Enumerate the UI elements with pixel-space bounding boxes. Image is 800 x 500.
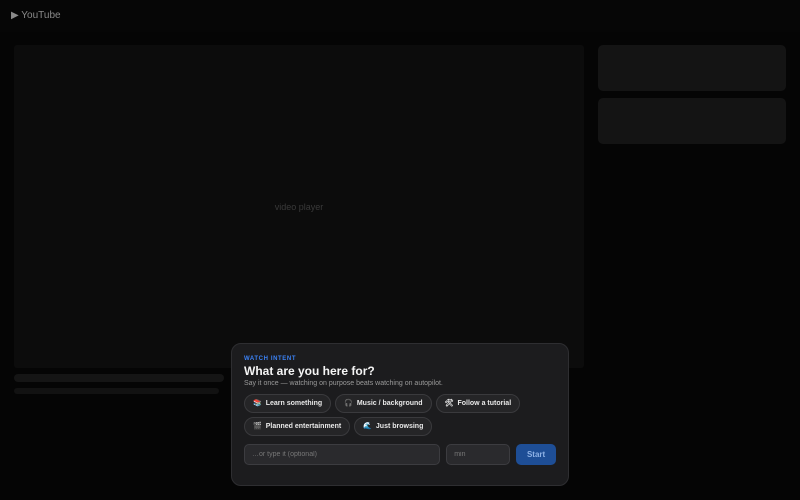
intent-input-row: Start <box>244 444 556 465</box>
recommendation-card[interactable] <box>598 45 786 91</box>
top-bar: ▶ YouTube <box>0 0 800 32</box>
clapper-icon: 🎬 <box>253 423 262 430</box>
video-meta-placeholder <box>14 388 219 394</box>
recommendation-card[interactable] <box>598 98 786 144</box>
intent-option-label: Follow a tutorial <box>457 400 512 407</box>
intent-option-tutorial[interactable]: 🛠 Follow a tutorial <box>435 394 521 413</box>
video-player[interactable]: video player <box>14 45 584 368</box>
intent-option-learn[interactable]: 📚 Learn something <box>244 394 332 413</box>
intent-option-browsing[interactable]: 🌊 Just browsing <box>354 417 433 436</box>
minutes-input[interactable] <box>446 444 511 465</box>
intent-options: 📚 Learn something 🎧 Music / background 🛠… <box>244 394 544 436</box>
wave-icon: 🌊 <box>363 423 372 430</box>
watch-intent-dialog: WATCH INTENT What are you here for? Say … <box>231 343 569 486</box>
intent-text-input[interactable] <box>244 444 441 465</box>
intent-option-label: Music / background <box>356 400 423 407</box>
dialog-title: What are you here for? <box>244 364 375 378</box>
dialog-subtitle: Say it once — watching on purpose beats … <box>244 380 443 387</box>
intent-option-label: Just browsing <box>375 423 424 430</box>
intent-option-label: Planned entertainment <box>265 423 342 430</box>
books-icon: 📚 <box>253 400 262 407</box>
video-title-placeholder <box>14 374 224 382</box>
video-player-label: video player <box>274 201 324 212</box>
start-button[interactable]: Start <box>516 444 556 465</box>
tools-icon: 🛠 <box>444 400 454 407</box>
intent-option-music[interactable]: 🎧 Music / background <box>335 394 432 413</box>
intent-option-entertainment[interactable]: 🎬 Planned entertainment <box>244 417 351 436</box>
headphones-icon: 🎧 <box>344 400 353 407</box>
youtube-logo[interactable]: ▶ YouTube <box>11 10 61 21</box>
dialog-eyebrow: WATCH INTENT <box>244 356 297 362</box>
intent-option-label: Learn something <box>265 400 323 407</box>
